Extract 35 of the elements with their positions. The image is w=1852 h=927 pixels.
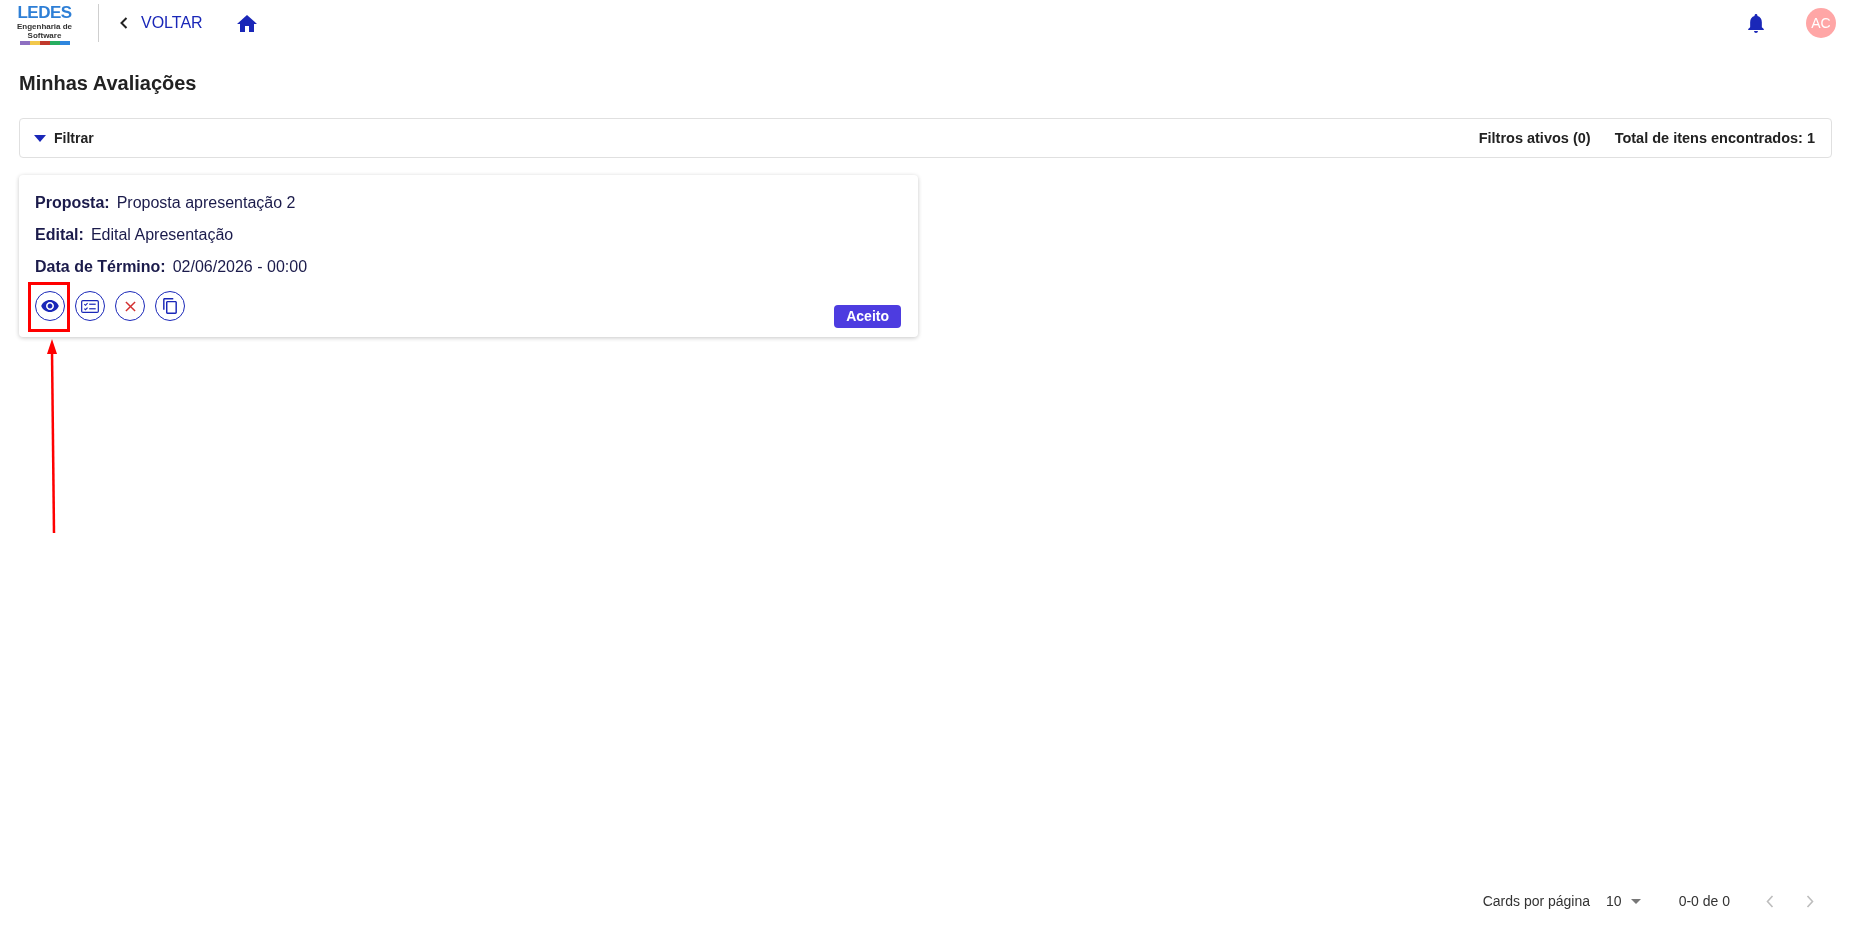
cards-per-page-label: Cards por página <box>1482 893 1591 909</box>
status-badge: Aceito <box>834 305 901 328</box>
copy-button[interactable] <box>155 291 185 321</box>
home-button[interactable] <box>236 14 257 32</box>
copy-icon <box>163 298 177 314</box>
field-value: 02/06/2026 - 00:00 <box>172 258 308 276</box>
field-label: Data de Término: <box>35 258 166 276</box>
active-filters-count: Filtros ativos (0) <box>1478 130 1591 146</box>
close-icon <box>124 300 136 312</box>
field-value: Edital Apresentação <box>90 226 234 244</box>
cancel-button[interactable] <box>115 291 145 321</box>
per-page-select[interactable]: 10 <box>1606 893 1641 909</box>
chevron-left-icon <box>1766 894 1774 908</box>
caret-down-icon <box>34 134 46 142</box>
notifications-bell-icon[interactable] <box>1748 13 1764 33</box>
logo-text: LEDES <box>17 4 72 22</box>
eye-icon <box>41 300 59 312</box>
field-value: Proposta apresentação 2 <box>116 194 296 212</box>
checklist-icon <box>81 299 99 313</box>
back-link[interactable]: VOLTAR <box>120 14 203 32</box>
highlight-box <box>28 282 70 332</box>
page-range-text: 0-0 de 0 <box>1678 893 1730 909</box>
logo-subtitle: Engenharia de Software <box>16 22 73 40</box>
logo-color-strip-drawing <box>19 41 70 45</box>
view-button[interactable] <box>35 291 65 321</box>
field-label: Edital: <box>35 226 84 244</box>
field-label: Proposta: <box>35 194 110 212</box>
page-title: Minhas Avaliações <box>19 71 198 95</box>
checklist-button[interactable] <box>75 291 105 321</box>
home-icon <box>236 14 257 32</box>
chevron-right-icon <box>1806 894 1814 908</box>
total-items-count: Total de itens encontrados: 1 <box>1614 130 1815 146</box>
caret-down-icon <box>1630 898 1641 904</box>
chevron-left-icon <box>120 17 128 29</box>
filter-toggle[interactable]: Filtrar <box>34 130 94 146</box>
